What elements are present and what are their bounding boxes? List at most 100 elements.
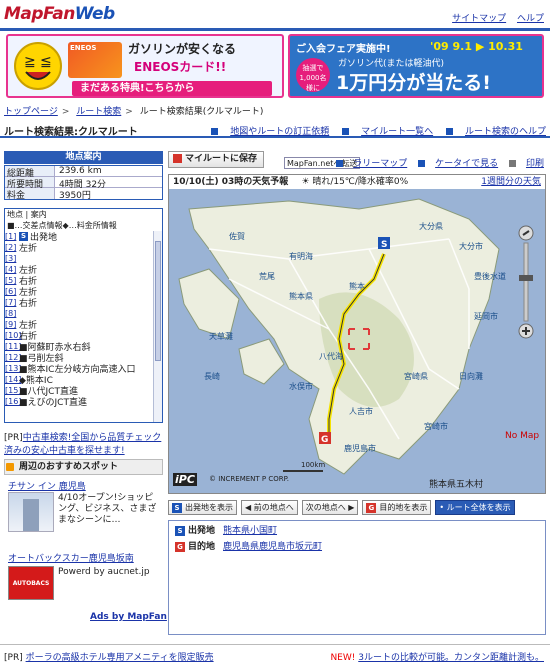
step-number-link[interactable]: [4] (5, 265, 19, 274)
map-label: 大分県 (419, 221, 443, 231)
ipc-logo: iPC (173, 473, 197, 486)
guide-step[interactable]: [7] 右折 (5, 297, 162, 309)
step-number-link[interactable]: [6] (5, 287, 19, 296)
print-link[interactable]: 印刷 (526, 159, 544, 169)
weather-date: 10/10(土) 03時の天気予報 (173, 177, 289, 187)
origin-link[interactable]: 熊本県小国町 (223, 523, 277, 536)
show-origin-button[interactable]: S 出発地を表示 (168, 499, 237, 515)
step-number-link[interactable]: [11] (5, 342, 21, 351)
footer-new[interactable]: NEW! 3ルートの比較が可能。カンタン距離計測も。 (330, 650, 544, 663)
guide-step[interactable]: [2] 左折 (5, 242, 162, 254)
start-icon: S (19, 232, 28, 241)
spot2-description: Powerd by aucnet.jp (58, 567, 150, 577)
step-number-link[interactable]: [9] (5, 320, 19, 329)
destination-badge: G (175, 541, 185, 552)
save-myroute-button[interactable]: マイルートに保存 (168, 151, 264, 168)
spot1-title[interactable]: チサン イン 鹿児島 (8, 479, 86, 492)
current-city: 熊本県五木村 (429, 480, 484, 490)
svg-text:≦: ≦ (40, 54, 52, 70)
map-label: 宮崎県 (404, 371, 428, 381)
step-number-link[interactable]: [3] (5, 254, 19, 263)
breadcrumb-top[interactable]: トップページ (4, 107, 58, 117)
top-links: サイトマップ ヘルプ (444, 11, 544, 24)
route-summary-table: 総距離 239.6 km 所要時間 4時間 32分 料金 3950円 (4, 165, 163, 201)
prev-point-button[interactable]: ◀ 前の地点へ (241, 499, 298, 515)
summary-row: 所要時間 4時間 32分 (5, 177, 162, 190)
step-number-link[interactable]: [5] (5, 276, 19, 285)
scale-label: 100km (301, 461, 326, 469)
step-number-link[interactable]: [14] (5, 375, 21, 384)
guide-scrollbar[interactable] (153, 231, 162, 422)
footer-pr[interactable]: [PR] ポーラの高級ホテル専用アメニティを限定販売 (4, 650, 214, 663)
route-help-link[interactable]: ルート検索のヘルプ (465, 127, 546, 137)
map-label: 熊本県 (289, 291, 313, 301)
step-number-link[interactable]: [13] (5, 364, 21, 373)
kyushu-map[interactable]: S G 天草灘 有明海八代海 大分県宮崎県 熊本県日向灘 豊後水道鹿児島市 熊本長崎 佐賀荒… (169, 189, 545, 493)
my-route-list-link[interactable]: マイルート一覧へ (361, 127, 433, 137)
breadcrumb-route-search[interactable]: ルート検索 (76, 107, 121, 117)
map-frame[interactable]: 10/10(土) 03時の天気予報 ☀ 晴れ/15℃/降水確率0% 1週間分の天… (168, 174, 546, 494)
step-number-link[interactable]: [10] (5, 331, 21, 340)
sitemap-link[interactable]: サイトマップ (452, 14, 506, 24)
mobile-icon (418, 160, 426, 167)
rally-map-link[interactable]: ラリーマップ (353, 159, 407, 169)
ads-by-mapfan[interactable]: Ads by MapFan (90, 612, 167, 622)
guide-steps: [1] S 出発地 [2] 左折 [3] [4] 左折 [5] 右折 [6] 左折 [7] 右折 [8] [9… (5, 231, 162, 408)
campaign-banner[interactable]: ご入会フェア実施中! '09 9.1 ▶ 10.31 抽選で1,000名様に ガ… (288, 34, 544, 98)
map-label: 長崎 (204, 371, 220, 381)
info-header: 地点案内 (4, 151, 163, 164)
pr-used-car[interactable]: [PR]中古車検索!全国から品質チェック済みの安心中古車を探せます! (4, 430, 163, 456)
map-label: 八代海 (319, 351, 343, 361)
route-guide-list[interactable]: 地点 | 案内 ■…交差点情報◆…料金所情報 [1] S 出発地 [2] 左折 [3] [4… (4, 208, 163, 423)
step-number-link[interactable]: [15] (5, 386, 21, 395)
mobile-link[interactable]: ケータイで見る (435, 159, 498, 169)
compare-routes-link[interactable]: 3ルートの比較が可能。カンタン距離計測も。 (358, 653, 544, 663)
weekly-weather-link[interactable]: 1週間分の天気 (481, 175, 541, 189)
next-point-button[interactable]: 次の地点へ ▶ (301, 499, 359, 515)
map-label: 人吉市 (349, 406, 373, 416)
scrollbar-thumb[interactable] (155, 241, 161, 361)
show-destination-button[interactable]: G 目的地を表示 (362, 499, 432, 515)
campaign-dates: '09 9.1 ▶ 10.31 (430, 40, 523, 53)
origin-destination-box: S 出発地 熊本県小国町 G 目的地 鹿児島県鹿児島市坂元町 (168, 520, 546, 635)
pola-link[interactable]: ポーラの高級ホテル専用アメニティを限定販売 (26, 653, 214, 663)
banner-line1: ガソリンが安くなる (128, 42, 237, 56)
eneos-card-image: ENEOS (68, 42, 122, 78)
step-number-link[interactable]: [7] (5, 298, 19, 307)
map-label: 熊本 (349, 281, 365, 291)
breadcrumb: トップページ > ルート検索 > ルート検索結果(クルマルート) (4, 107, 264, 117)
correction-request-link[interactable]: 地図やルートの訂正依頼 (230, 127, 329, 137)
footer-divider (0, 644, 550, 645)
pr-link[interactable]: 中古車検索!全国から品質チェック済みの安心中古車を探せます! (4, 433, 161, 456)
spots-header: 周辺のおすすめスポット (4, 459, 163, 475)
spot2-image[interactable]: AUTOBACS (8, 566, 54, 600)
banner-cta-button[interactable]: まだある特典!こちらから (72, 81, 272, 96)
step-number-link[interactable]: [16] (5, 397, 21, 406)
step-number-link[interactable]: [12] (5, 353, 21, 362)
breadcrumb-current: ルート検索結果(クルマルート) (139, 107, 264, 117)
step-number-link[interactable]: [2] (5, 243, 19, 252)
header-divider (0, 28, 550, 31)
show-whole-route-button[interactable]: • ルート全体を表示 (435, 499, 515, 515)
spot2-title[interactable]: オートバックスカー鹿児島坂南 (8, 551, 134, 564)
weather-bar: 10/10(土) 03時の天気予報 ☀ 晴れ/15℃/降水確率0% 1週間分の天… (169, 175, 545, 189)
eneos-banner[interactable]: ≧ ≦ ENEOS ガソリンが安くなる ENEOSカード!! まだある特典!こちら… (6, 34, 284, 98)
summary-key: 料金 (5, 188, 55, 201)
destination-row: G 目的地 鹿児島県鹿児島市坂元町 (169, 537, 545, 553)
spot1-image[interactable] (8, 492, 54, 532)
map-label: 日向灘 (459, 371, 483, 381)
guide-legend: ■…交差点情報◆…料金所情報 (7, 221, 117, 230)
square-bullet-icon (342, 128, 350, 135)
mapfan-logo[interactable]: MapFanWeb (4, 4, 115, 24)
step-number-link[interactable]: [8] (5, 309, 19, 318)
summary-value: 3950円 (59, 191, 91, 201)
help-link[interactable]: ヘルプ (517, 14, 544, 24)
svg-text:≧: ≧ (24, 54, 36, 70)
step-text: 左折 (19, 244, 38, 254)
map-label: 天草灘 (209, 331, 233, 341)
zoom-control[interactable] (515, 225, 537, 340)
page-links: 地図やルートの訂正依頼 マイルート一覧へ ルート検索のヘルプ (201, 124, 546, 137)
destination-link[interactable]: 鹿児島県鹿児島市坂元町 (223, 539, 322, 552)
guide-step[interactable]: [16] ■えびのJCT直進 (5, 396, 162, 408)
step-number-link[interactable]: [1] (5, 232, 19, 241)
